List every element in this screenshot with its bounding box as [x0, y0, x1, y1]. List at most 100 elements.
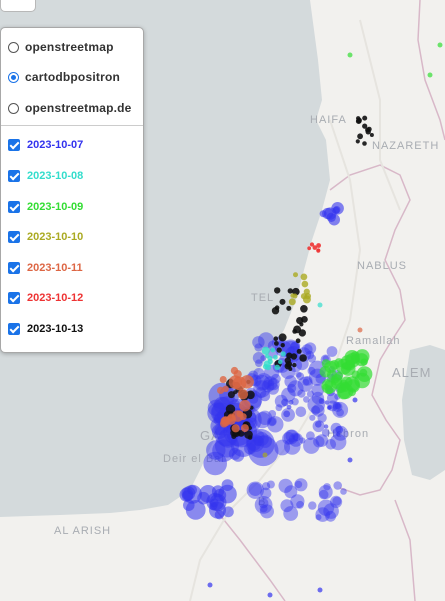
event-marker[interactable]: [258, 332, 274, 349]
event-marker[interactable]: [323, 483, 331, 491]
event-marker[interactable]: [334, 358, 344, 368]
event-marker[interactable]: [303, 288, 310, 295]
event-marker[interactable]: [274, 341, 279, 346]
event-marker[interactable]: [286, 305, 292, 311]
event-marker[interactable]: [315, 514, 322, 521]
event-marker[interactable]: [301, 316, 308, 323]
event-marker[interactable]: [303, 437, 320, 454]
overlay-2023-10-10[interactable]: 2023-10-10: [8, 227, 83, 247]
event-marker[interactable]: [340, 488, 347, 495]
event-marker[interactable]: [273, 354, 278, 360]
event-marker[interactable]: [316, 243, 321, 248]
event-marker[interactable]: [253, 368, 265, 380]
event-marker[interactable]: [262, 452, 268, 458]
event-marker[interactable]: [317, 302, 323, 308]
event-marker[interactable]: [317, 587, 323, 593]
event-marker[interactable]: [280, 343, 285, 348]
checkbox[interactable]: [8, 201, 20, 213]
event-marker[interactable]: [231, 424, 240, 433]
event-marker[interactable]: [291, 434, 296, 439]
event-marker[interactable]: [274, 305, 280, 311]
checkbox[interactable]: [8, 231, 20, 243]
event-marker[interactable]: [288, 399, 294, 405]
overlay-2023-10-13[interactable]: 2023-10-13: [8, 319, 83, 339]
overlay-2023-10-08[interactable]: 2023-10-08: [8, 166, 83, 186]
radio-button[interactable]: [8, 71, 19, 83]
event-marker[interactable]: [275, 404, 283, 412]
event-marker[interactable]: [283, 506, 299, 521]
event-marker[interactable]: [300, 305, 308, 313]
event-marker[interactable]: [246, 481, 264, 499]
event-marker[interactable]: [284, 363, 291, 370]
base-layer-openstreetmap[interactable]: openstreetmap: [8, 37, 114, 57]
event-marker[interactable]: [292, 293, 298, 299]
event-marker[interactable]: [335, 403, 342, 410]
event-marker[interactable]: [274, 287, 281, 294]
event-marker[interactable]: [299, 354, 307, 362]
event-marker[interactable]: [260, 504, 274, 519]
event-marker[interactable]: [259, 390, 271, 402]
event-marker[interactable]: [307, 246, 312, 251]
event-marker[interactable]: [309, 242, 315, 247]
event-marker[interactable]: [283, 410, 291, 418]
event-marker[interactable]: [295, 338, 301, 344]
event-marker[interactable]: [279, 298, 286, 305]
event-marker[interactable]: [231, 410, 244, 422]
event-marker[interactable]: [288, 298, 296, 306]
event-marker[interactable]: [333, 481, 343, 490]
overlay-2023-10-12[interactable]: 2023-10-12: [8, 288, 83, 308]
event-marker[interactable]: [336, 432, 341, 437]
event-marker[interactable]: [280, 351, 286, 357]
event-marker[interactable]: [261, 346, 270, 355]
event-marker[interactable]: [427, 72, 433, 78]
event-marker[interactable]: [437, 42, 443, 48]
event-marker[interactable]: [278, 333, 287, 342]
event-marker[interactable]: [309, 414, 316, 421]
event-marker[interactable]: [324, 385, 334, 395]
event-marker[interactable]: [327, 405, 333, 410]
event-marker[interactable]: [220, 416, 231, 427]
event-marker[interactable]: [362, 123, 368, 129]
event-marker[interactable]: [356, 366, 373, 382]
event-marker[interactable]: [357, 133, 363, 140]
event-marker[interactable]: [306, 390, 315, 398]
event-marker[interactable]: [347, 52, 353, 58]
checkbox[interactable]: [8, 170, 20, 182]
event-marker[interactable]: [295, 371, 302, 378]
radio-button[interactable]: [8, 102, 19, 114]
event-marker[interactable]: [227, 391, 235, 399]
event-marker[interactable]: [197, 491, 210, 505]
event-marker[interactable]: [232, 376, 247, 391]
event-marker[interactable]: [286, 352, 293, 359]
event-marker[interactable]: [181, 486, 196, 501]
event-marker[interactable]: [325, 439, 337, 450]
checkbox[interactable]: [8, 323, 20, 335]
event-marker[interactable]: [334, 371, 344, 380]
event-marker[interactable]: [298, 329, 306, 337]
event-marker[interactable]: [362, 115, 368, 121]
overlay-2023-10-11[interactable]: 2023-10-11: [8, 258, 83, 278]
event-marker[interactable]: [323, 424, 329, 429]
event-marker[interactable]: [219, 376, 227, 383]
event-marker[interactable]: [337, 383, 354, 400]
zoom-control[interactable]: [0, 0, 36, 12]
event-marker[interactable]: [326, 346, 338, 357]
event-marker[interactable]: [207, 582, 213, 588]
event-marker[interactable]: [254, 359, 263, 368]
event-marker[interactable]: [301, 280, 309, 288]
event-marker[interactable]: [284, 485, 298, 499]
event-marker[interactable]: [318, 398, 325, 405]
event-marker[interactable]: [270, 347, 276, 353]
overlay-2023-10-09[interactable]: 2023-10-09: [8, 197, 83, 217]
overlay-2023-10-07[interactable]: 2023-10-07: [8, 135, 83, 155]
event-marker[interactable]: [278, 359, 283, 365]
event-marker[interactable]: [344, 350, 360, 365]
event-marker[interactable]: [274, 364, 281, 371]
event-marker[interactable]: [347, 457, 353, 463]
event-marker[interactable]: [237, 389, 249, 400]
event-marker[interactable]: [265, 364, 271, 371]
event-marker[interactable]: [303, 396, 310, 403]
event-marker[interactable]: [286, 404, 292, 410]
event-marker[interactable]: [267, 355, 273, 361]
event-marker[interactable]: [356, 117, 362, 124]
